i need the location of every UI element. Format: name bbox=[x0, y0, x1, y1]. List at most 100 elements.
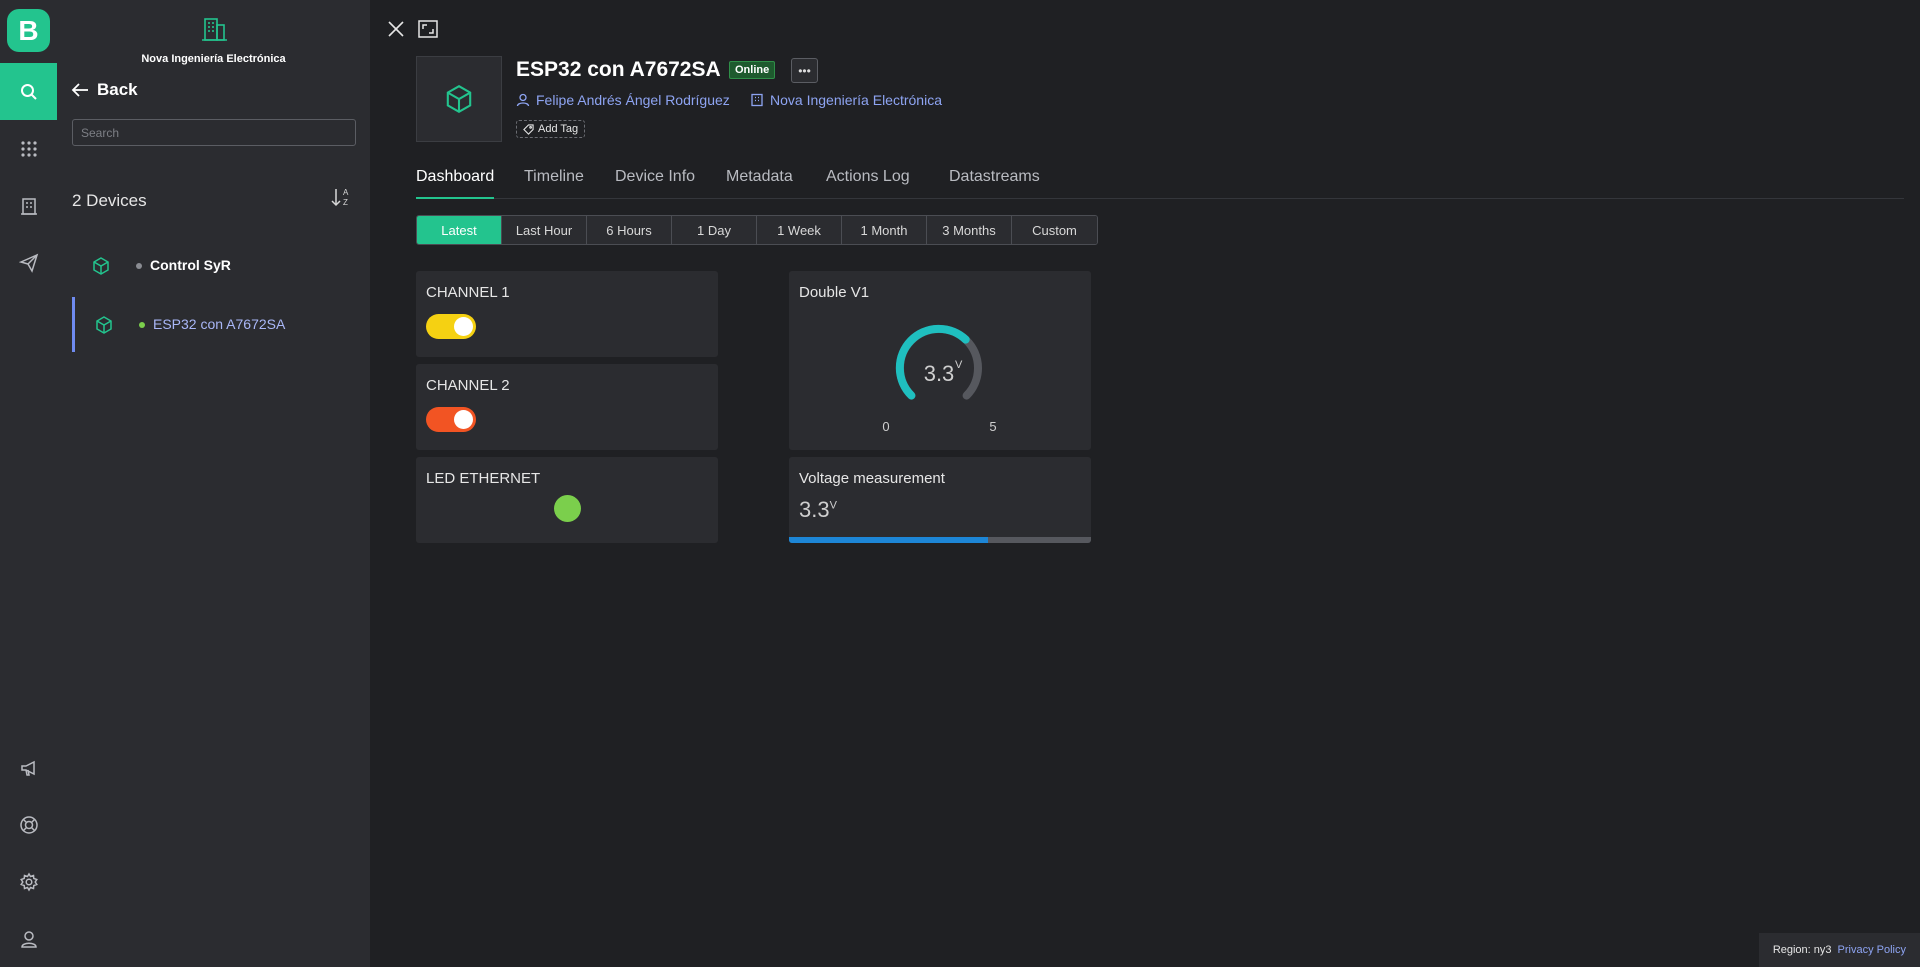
gauge-max: 5 bbox=[989, 419, 996, 434]
widget-title: LED ETHERNET bbox=[426, 470, 541, 487]
widget-double-v1: Double V1 3.3 V 0 5 bbox=[789, 271, 1091, 450]
tab-timeline[interactable]: Timeline bbox=[524, 168, 584, 199]
voltage-unit: V bbox=[829, 499, 837, 512]
range-6-hours[interactable]: 6 Hours bbox=[587, 216, 672, 244]
tab-dashboard[interactable]: Dashboard bbox=[416, 168, 495, 199]
widget-voltage-measurement: Voltage measurement 3.3V bbox=[789, 457, 1091, 543]
back-button[interactable]: Back bbox=[71, 80, 138, 100]
device-name: ESP32 con A7672SA bbox=[153, 316, 286, 332]
widget-channel-2: CHANNEL 2 bbox=[416, 364, 718, 450]
switch-knob bbox=[454, 317, 473, 336]
svg-text:A: A bbox=[343, 188, 349, 197]
range-3-months[interactable]: 3 Months bbox=[927, 216, 1012, 244]
device-image bbox=[416, 56, 502, 142]
widget-title: CHANNEL 2 bbox=[426, 377, 510, 394]
gear-icon bbox=[19, 872, 38, 891]
voltage-bar-track bbox=[789, 537, 1091, 543]
help-icon bbox=[19, 815, 38, 834]
sort-az-icon: A Z bbox=[331, 188, 349, 207]
tag-icon bbox=[523, 123, 534, 135]
range-1-month[interactable]: 1 Month bbox=[842, 216, 927, 244]
search-input[interactable] bbox=[72, 119, 356, 146]
add-tag-button[interactable]: Add Tag bbox=[516, 120, 586, 138]
cube-icon bbox=[93, 257, 109, 275]
privacy-policy-link[interactable]: Privacy Policy bbox=[1838, 944, 1906, 956]
gauge-unit: V bbox=[955, 359, 963, 371]
org-header: Nova Ingeniería Electrónica bbox=[57, 14, 370, 65]
tab-device-info[interactable]: Device Info bbox=[615, 168, 695, 199]
footer: Region: ny3 Privacy Policy bbox=[1758, 933, 1920, 967]
range-last-hour[interactable]: Last Hour bbox=[502, 216, 587, 244]
device-main: ESP32 con A7672SA Online ••• Felipe Andr… bbox=[370, 0, 1920, 967]
building-icon bbox=[201, 18, 227, 41]
expand-icon[interactable] bbox=[418, 20, 438, 38]
widget-channel-1: CHANNEL 1 bbox=[416, 271, 718, 357]
close-icon[interactable] bbox=[387, 20, 405, 38]
nav-settings[interactable] bbox=[0, 853, 57, 910]
nav-profile[interactable] bbox=[0, 910, 57, 967]
voltage-bar-fill bbox=[789, 537, 989, 543]
voltage-value-wrap: 3.3V bbox=[799, 497, 837, 523]
nav-rail: B bbox=[0, 0, 57, 967]
device-sidebar: Nova Ingeniería Electrónica Back 2 Devic… bbox=[57, 0, 370, 967]
arrow-left-icon bbox=[71, 83, 88, 97]
org-name: Nova Ingeniería Electrónica bbox=[141, 53, 286, 65]
range-custom[interactable]: Custom bbox=[1012, 216, 1097, 244]
gauge-chart: 3.3 V 0 5 bbox=[882, 324, 997, 434]
device-list-item[interactable]: Control SyR bbox=[72, 238, 362, 293]
more-button[interactable]: ••• bbox=[791, 58, 818, 83]
status-dot bbox=[136, 263, 142, 269]
device-count: 2 Devices bbox=[72, 191, 147, 210]
nav-search[interactable] bbox=[0, 63, 57, 120]
back-label: Back bbox=[97, 80, 138, 99]
region-label: Region: ny3 bbox=[1772, 944, 1832, 956]
grid-icon bbox=[20, 140, 37, 157]
search-icon bbox=[20, 83, 37, 100]
send-icon bbox=[18, 253, 38, 273]
nav-send[interactable] bbox=[0, 234, 57, 291]
device-list-item-selected[interactable]: ESP32 con A7672SA bbox=[72, 297, 362, 352]
range-1-week[interactable]: 1 Week bbox=[757, 216, 842, 244]
app-logo[interactable]: B bbox=[7, 9, 50, 52]
gauge-min: 0 bbox=[882, 419, 889, 434]
status-badge: Online bbox=[729, 61, 776, 79]
building-icon bbox=[20, 197, 37, 215]
user-icon bbox=[20, 930, 37, 948]
switch-knob bbox=[454, 410, 473, 429]
building-icon bbox=[751, 93, 763, 107]
owner-name: Felipe Andrés Ángel Rodríguez bbox=[536, 92, 730, 108]
range-latest[interactable]: Latest bbox=[417, 216, 502, 244]
owner-link[interactable]: Felipe Andrés Ángel Rodríguez bbox=[516, 92, 730, 108]
user-icon bbox=[516, 93, 530, 107]
status-dot bbox=[139, 322, 145, 328]
cube-icon bbox=[96, 316, 112, 334]
channel-2-switch[interactable] bbox=[426, 407, 476, 432]
sort-button[interactable]: A Z bbox=[330, 186, 352, 213]
device-tabs: Dashboard Timeline Device Info Metadata … bbox=[416, 168, 1904, 199]
nav-announcements[interactable] bbox=[0, 739, 57, 796]
add-tag-label: Add Tag bbox=[538, 123, 579, 135]
nav-dashboards[interactable] bbox=[0, 120, 57, 177]
tab-datastreams[interactable]: Datastreams bbox=[949, 168, 1040, 199]
time-range-selector: Latest Last Hour 6 Hours 1 Day 1 Week 1 … bbox=[416, 215, 1098, 245]
svg-text:Z: Z bbox=[343, 198, 348, 207]
gauge-value: 3.3 bbox=[924, 361, 955, 386]
tab-actions-log[interactable]: Actions Log bbox=[826, 168, 910, 199]
widget-title: Voltage measurement bbox=[799, 470, 945, 487]
panel-controls bbox=[387, 20, 438, 38]
organization-link[interactable]: Nova Ingeniería Electrónica bbox=[750, 92, 942, 108]
range-1-day[interactable]: 1 Day bbox=[672, 216, 757, 244]
tab-metadata[interactable]: Metadata bbox=[726, 168, 793, 199]
led-indicator bbox=[554, 495, 581, 522]
app-root: B Nova Ingeniería Electrónica Back Searc… bbox=[0, 0, 1920, 967]
organization-name: Nova Ingeniería Electrónica bbox=[770, 92, 942, 108]
voltage-value: 3.3 bbox=[799, 497, 830, 522]
nav-organizations[interactable] bbox=[0, 177, 57, 234]
nav-help[interactable] bbox=[0, 796, 57, 853]
widget-title: CHANNEL 1 bbox=[426, 284, 510, 301]
widget-led-ethernet: LED ETHERNET bbox=[416, 457, 718, 543]
cube-icon bbox=[446, 85, 472, 113]
megaphone-icon bbox=[20, 760, 35, 776]
channel-1-switch[interactable] bbox=[426, 314, 476, 339]
device-name: Control SyR bbox=[150, 257, 231, 273]
